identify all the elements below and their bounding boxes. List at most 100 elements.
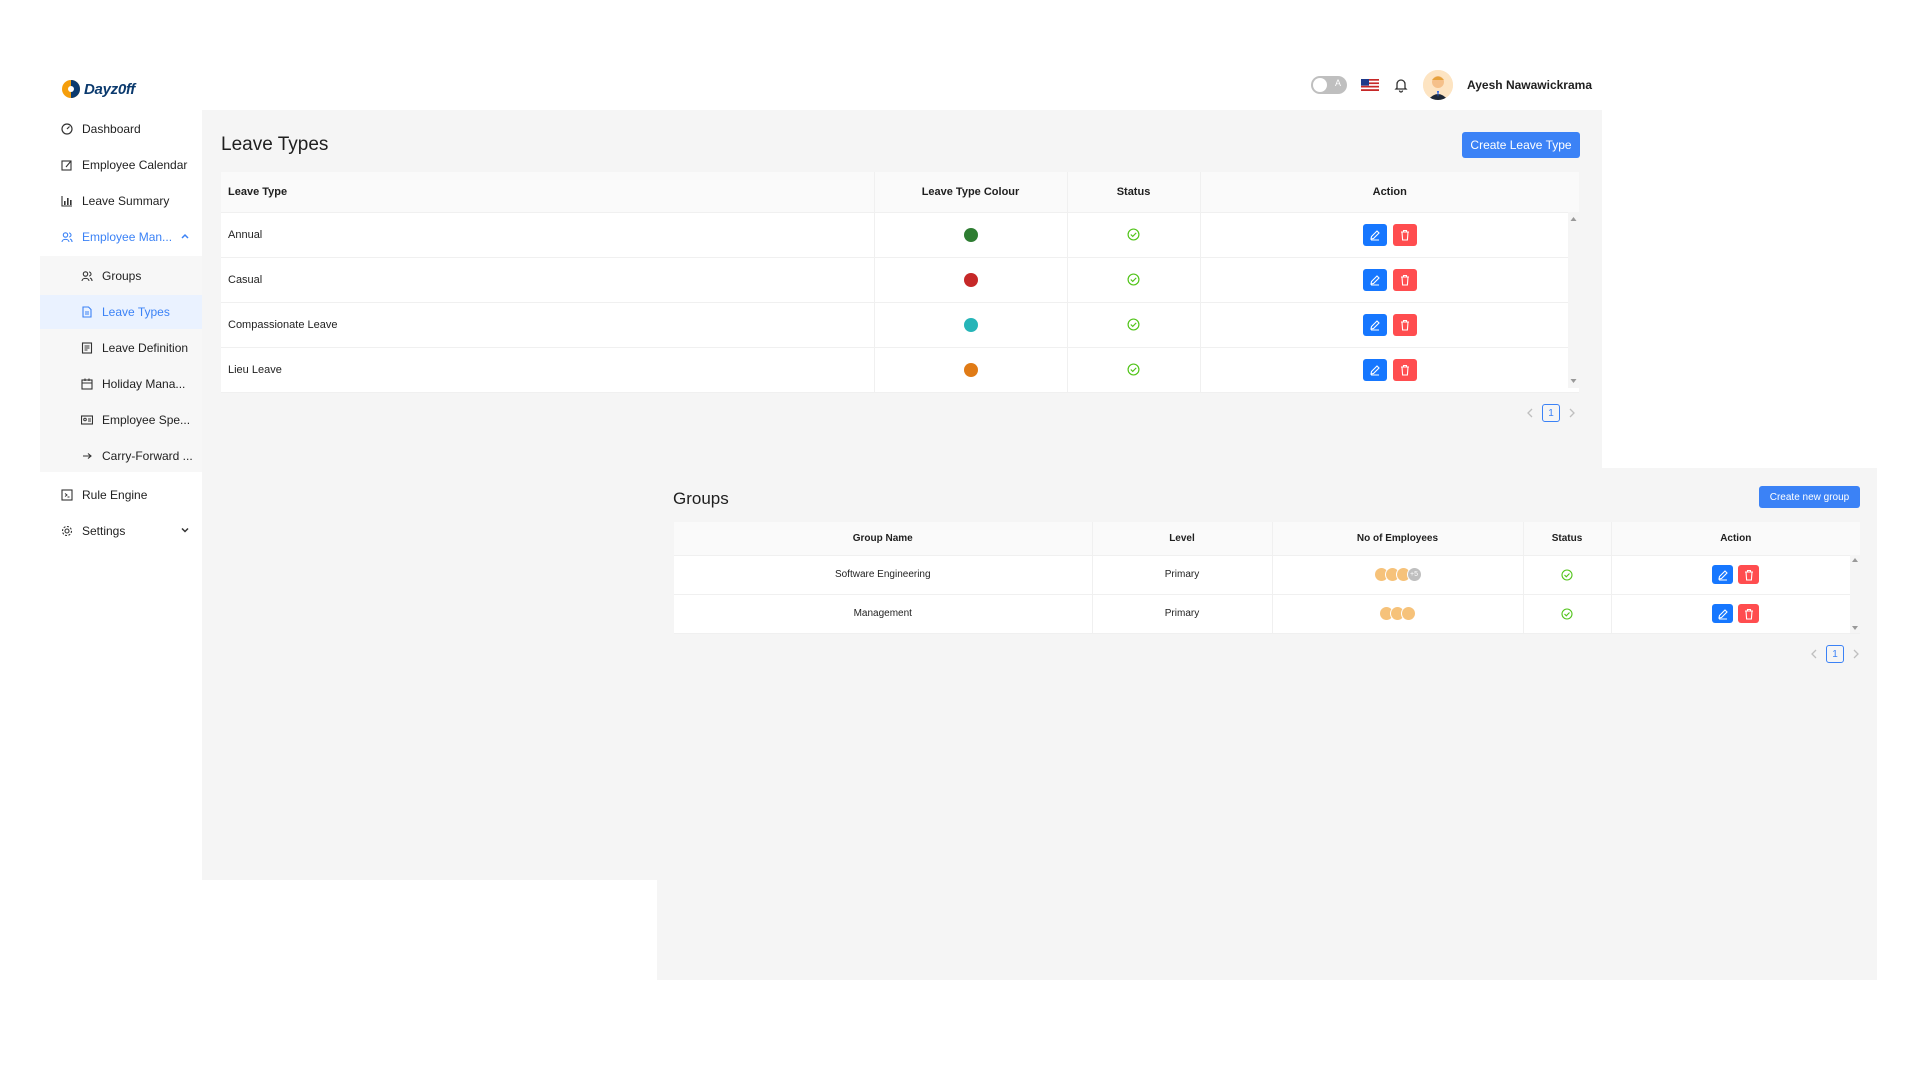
username[interactable]: Ayesh Nawawickrama bbox=[1467, 78, 1592, 92]
page-number-button[interactable]: 1 bbox=[1826, 645, 1844, 663]
create-new-group-button[interactable]: Create new group bbox=[1759, 486, 1860, 508]
sidebar-item-label: Leave Definition bbox=[102, 341, 189, 355]
sidebar-item-employee-calendar[interactable]: Employee Calendar bbox=[40, 148, 202, 182]
calendar-icon bbox=[80, 377, 94, 391]
sidebar-item-holiday-management[interactable]: Holiday Mana... bbox=[40, 367, 202, 401]
edit-button[interactable] bbox=[1362, 358, 1387, 381]
dashboard-icon bbox=[60, 122, 74, 136]
table-row: Casual bbox=[221, 257, 1579, 303]
sidebar-item-label: Dashboard bbox=[82, 122, 141, 136]
page-number-button[interactable]: 1 bbox=[1542, 404, 1560, 422]
arrow-right-icon bbox=[80, 449, 94, 463]
employee-avatars[interactable] bbox=[1379, 606, 1416, 621]
next-page-icon[interactable] bbox=[1568, 408, 1576, 418]
sidebar-item-label: Employee Man... bbox=[82, 230, 173, 244]
leave-type-colour-cell bbox=[873, 212, 1067, 258]
column-header-action: Action bbox=[1610, 522, 1860, 556]
delete-button[interactable] bbox=[1738, 604, 1760, 623]
status-cell bbox=[1066, 347, 1200, 393]
action-cell bbox=[1610, 555, 1860, 595]
column-header-status: Status bbox=[1522, 522, 1611, 556]
status-cell bbox=[1066, 302, 1200, 348]
delete-button[interactable] bbox=[1392, 268, 1417, 291]
trash-icon bbox=[1743, 608, 1755, 620]
sidebar-item-dashboard[interactable]: Dashboard bbox=[40, 112, 202, 146]
groups-table: Group Name Level No of Employees Status … bbox=[674, 522, 1860, 634]
status-cell bbox=[1066, 257, 1200, 303]
sidebar-item-leave-summary[interactable]: Leave Summary bbox=[40, 184, 202, 218]
toggle-label: A bbox=[1335, 78, 1342, 88]
group-level: Primary bbox=[1091, 594, 1272, 634]
leave-types-pagination: 1 bbox=[1526, 404, 1576, 422]
delete-button[interactable] bbox=[1392, 313, 1417, 336]
avatar bbox=[1401, 606, 1416, 621]
groups-pagination: 1 bbox=[1810, 645, 1860, 663]
logo-text: Dayz0ff bbox=[84, 80, 135, 98]
sidebar-item-rule-engine[interactable]: Rule Engine bbox=[40, 478, 202, 512]
definition-icon bbox=[80, 341, 94, 355]
edit-button[interactable] bbox=[1362, 223, 1387, 246]
edit-icon bbox=[1369, 274, 1381, 286]
sidebar-item-employee-specific[interactable]: Employee Spe... bbox=[40, 403, 202, 437]
theme-toggle[interactable]: A bbox=[1311, 76, 1348, 94]
colour-swatch bbox=[963, 272, 978, 287]
next-page-icon[interactable] bbox=[1852, 649, 1860, 659]
colour-swatch bbox=[963, 362, 978, 377]
header-toolbar: A Ayesh Nawawickrama bbox=[1311, 70, 1592, 100]
groups-title: Groups bbox=[673, 489, 729, 508]
sidebar-item-leave-types[interactable]: Leave Types bbox=[40, 295, 202, 329]
leave-types-scrollbar[interactable] bbox=[1568, 212, 1579, 388]
edit-button[interactable] bbox=[1712, 565, 1734, 584]
leave-type-name: Compassionate Leave bbox=[221, 302, 874, 348]
sidebar-item-groups[interactable]: Groups bbox=[40, 259, 202, 293]
table-row: Compassionate Leave bbox=[221, 302, 1579, 348]
bell-icon[interactable] bbox=[1393, 77, 1409, 93]
prev-page-icon[interactable] bbox=[1810, 649, 1818, 659]
action-cell bbox=[1199, 302, 1579, 348]
sidebar-item-leave-definition[interactable]: Leave Definition bbox=[40, 331, 202, 365]
leave-type-name: Casual bbox=[221, 257, 874, 303]
edit-icon bbox=[1369, 319, 1381, 331]
leave-types-title: Leave Types bbox=[221, 134, 329, 155]
blank-area bbox=[1602, 110, 1920, 468]
sidebar-item-label: Carry-Forward ... bbox=[102, 449, 193, 463]
delete-button[interactable] bbox=[1392, 223, 1417, 246]
groups-scrollbar[interactable] bbox=[1850, 555, 1860, 633]
edit-button[interactable] bbox=[1362, 313, 1387, 336]
edit-button[interactable] bbox=[1712, 604, 1734, 623]
create-leave-type-button[interactable]: Create Leave Type bbox=[1462, 132, 1580, 158]
blank-area-bottom bbox=[202, 880, 657, 1080]
delete-button[interactable] bbox=[1392, 358, 1417, 381]
us-flag-icon[interactable] bbox=[1361, 79, 1380, 91]
column-header-no-of-employees: No of Employees bbox=[1271, 522, 1523, 556]
edit-icon bbox=[1369, 229, 1381, 241]
prev-page-icon[interactable] bbox=[1526, 408, 1534, 418]
action-cell bbox=[1199, 347, 1579, 393]
delete-button[interactable] bbox=[1738, 565, 1760, 584]
app-logo[interactable]: Dayz0ff bbox=[60, 78, 135, 100]
id-card-icon bbox=[80, 413, 94, 427]
trash-icon bbox=[1743, 569, 1755, 581]
gear-icon bbox=[60, 524, 74, 538]
check-circle-icon bbox=[1127, 228, 1140, 241]
employees-cell: +5 bbox=[1271, 555, 1523, 595]
more-employees-badge: +5 bbox=[1406, 567, 1422, 582]
sidebar-item-label: Employee Calendar bbox=[82, 158, 188, 172]
check-circle-icon bbox=[1127, 273, 1140, 286]
edit-calendar-icon bbox=[60, 158, 74, 172]
employee-avatars[interactable]: +5 bbox=[1373, 567, 1422, 582]
edit-icon bbox=[1369, 364, 1381, 376]
table-row: Annual bbox=[221, 212, 1579, 258]
sidebar-item-carry-forward[interactable]: Carry-Forward ... bbox=[40, 439, 202, 473]
avatar[interactable] bbox=[1423, 70, 1454, 100]
sidebar-item-settings[interactable]: Settings bbox=[40, 514, 202, 548]
sidebar-item-employee-management[interactable]: Employee Man... bbox=[40, 220, 202, 254]
status-cell bbox=[1522, 594, 1611, 634]
trash-icon bbox=[1399, 319, 1411, 331]
edit-button[interactable] bbox=[1362, 268, 1387, 291]
file-icon bbox=[80, 305, 94, 319]
group-level: Primary bbox=[1091, 555, 1272, 595]
column-header-status: Status bbox=[1066, 172, 1200, 213]
bar-chart-icon bbox=[60, 194, 74, 208]
sidebar-item-label: Groups bbox=[102, 269, 142, 283]
